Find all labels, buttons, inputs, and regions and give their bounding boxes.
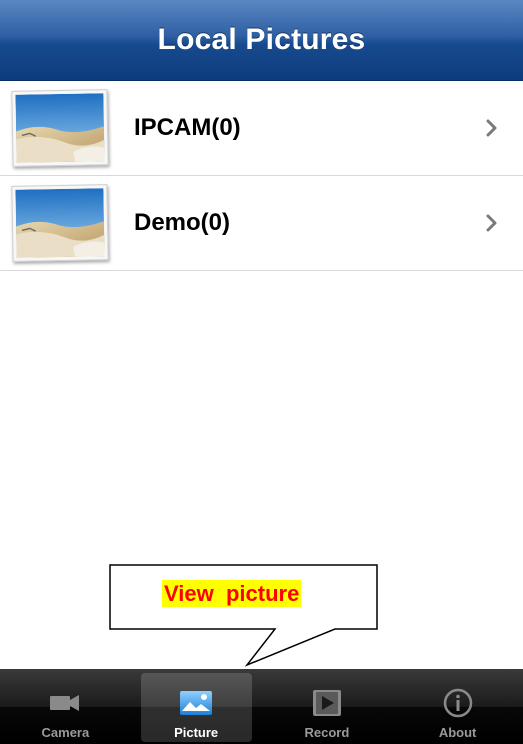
tab-label: About	[438, 725, 477, 740]
album-row-ipcam[interactable]: IPCAM(0)	[0, 81, 523, 176]
info-icon	[440, 687, 476, 719]
tab-label: Camera	[41, 725, 90, 740]
navigation-bar: Local Pictures	[0, 0, 523, 81]
tab-camera[interactable]: Camera	[0, 669, 131, 744]
picture-icon	[178, 687, 214, 719]
tab-about[interactable]: About	[392, 669, 523, 744]
record-play-icon	[309, 687, 345, 719]
tab-label: Record	[304, 725, 350, 740]
album-row-demo[interactable]: Demo(0)	[0, 176, 523, 271]
desert-landscape-thumbnail	[11, 89, 109, 167]
chevron-right-icon	[486, 214, 497, 232]
tab-bar: Camera Picture Record About	[0, 669, 523, 744]
tab-picture[interactable]: Picture	[131, 669, 262, 744]
album-label: IPCAM(0)	[134, 114, 241, 141]
desert-landscape-thumbnail	[11, 184, 109, 262]
album-list: IPCAM(0) Demo(0)	[0, 81, 523, 271]
video-camera-icon	[47, 687, 83, 719]
callout-text: View picture	[162, 580, 302, 607]
app-screen: Local Pictures IPCAM(0) Demo(0) View pic…	[0, 0, 523, 744]
page-title: Local Pictures	[157, 23, 366, 56]
tab-label: Picture	[174, 725, 219, 740]
album-label: Demo(0)	[134, 209, 231, 236]
tab-record[interactable]: Record	[262, 669, 393, 744]
chevron-right-icon	[486, 119, 497, 137]
